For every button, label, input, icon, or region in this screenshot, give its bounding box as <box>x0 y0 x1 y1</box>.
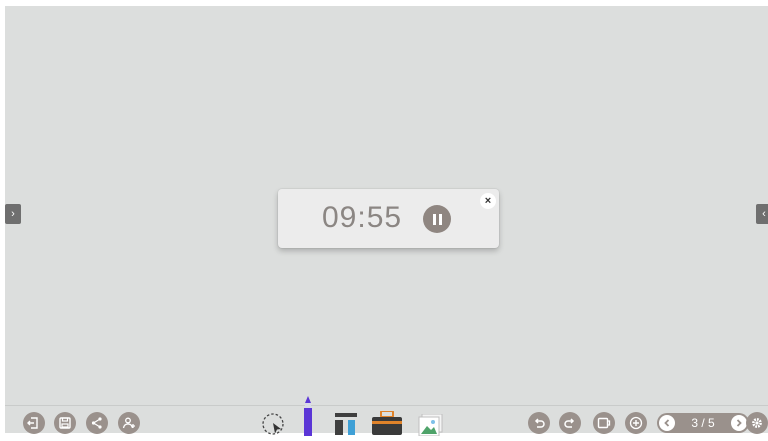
settings-button[interactable] <box>746 412 768 434</box>
exit-button[interactable] <box>23 412 45 434</box>
chevron-left-icon: ‹ <box>762 208 766 220</box>
lasso-select-icon <box>262 413 284 435</box>
redo-button[interactable] <box>559 412 581 434</box>
bottom-toolbar: 3 / 5 <box>5 396 768 437</box>
timer-widget[interactable]: 09:55 × <box>278 189 499 248</box>
prev-page-button[interactable] <box>659 415 675 431</box>
close-button[interactable]: × <box>480 193 496 209</box>
page-indicator: 3 / 5 <box>691 416 715 430</box>
lasso-select-tool[interactable] <box>261 412 285 436</box>
screen-button[interactable] <box>593 412 615 434</box>
undo-button[interactable] <box>528 412 550 434</box>
toolbox-icon <box>372 410 402 435</box>
add-page-button[interactable] <box>625 412 647 434</box>
chevron-right-icon <box>736 419 742 427</box>
pause-icon <box>432 213 436 225</box>
share-button[interactable] <box>86 412 108 434</box>
left-panel-toggle[interactable]: › <box>5 204 21 224</box>
screen-icon <box>597 417 611 429</box>
exit-icon <box>27 417 38 429</box>
chevron-left-icon <box>664 419 670 427</box>
next-page-button[interactable] <box>731 415 747 431</box>
toolbox-tool[interactable] <box>371 410 403 435</box>
text-tool-icon <box>335 413 357 435</box>
redo-icon <box>564 418 575 428</box>
share-icon <box>91 417 102 429</box>
settings-icon <box>752 418 762 428</box>
text-tool[interactable] <box>335 413 357 435</box>
save-button[interactable] <box>54 412 76 434</box>
add-user-icon <box>122 417 135 429</box>
timer-display: 09:55 <box>322 201 403 234</box>
right-panel-toggle[interactable]: ‹ <box>756 204 768 224</box>
save-icon <box>59 417 71 429</box>
pen-tool[interactable] <box>302 396 314 436</box>
pen-icon <box>304 396 312 436</box>
undo-icon <box>534 418 545 428</box>
add-user-button[interactable] <box>118 412 140 434</box>
pause-button[interactable] <box>423 205 451 233</box>
page-navigator: 3 / 5 <box>657 413 749 433</box>
chevron-right-icon: › <box>11 208 15 220</box>
close-icon: × <box>484 195 492 207</box>
add-page-icon <box>629 416 643 430</box>
